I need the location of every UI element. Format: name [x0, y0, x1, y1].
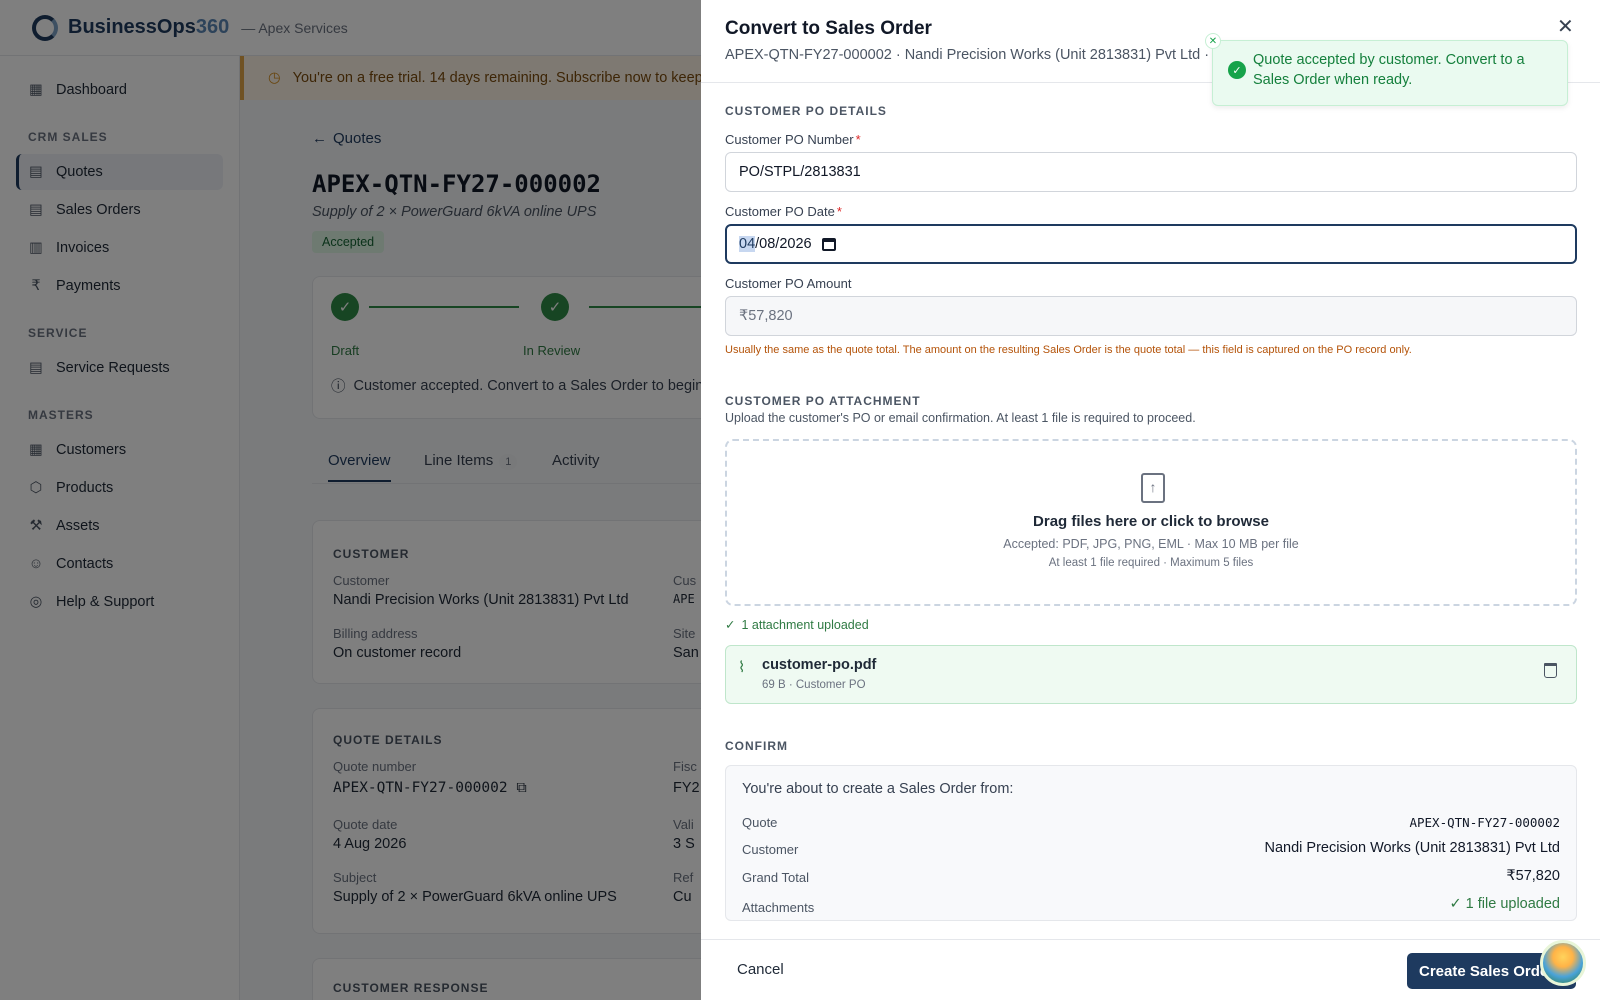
upload-status-text: 1 attachment uploaded	[741, 617, 869, 632]
date-rest: /08/2026	[755, 236, 812, 252]
drawer-subtitle: APEX-QTN-FY27-000002 · Nandi Precision W…	[725, 47, 1210, 63]
toast-close-icon[interactable]: ✕	[1205, 33, 1221, 49]
toast-message: Quote accepted by customer. Convert to a…	[1253, 52, 1525, 88]
required-marker: *	[836, 204, 842, 219]
check-circle-icon: ✓	[1228, 61, 1246, 79]
assistant-avatar[interactable]	[1540, 940, 1586, 986]
required-marker: *	[855, 132, 861, 147]
summary-key: Quote	[742, 815, 778, 830]
drawer-title: Convert to Sales Order	[725, 18, 932, 39]
summary-customer-value: Nandi Precision Works (Unit 2813831) Pvt…	[1264, 840, 1560, 856]
cancel-button[interactable]: Cancel	[737, 961, 784, 978]
confirm-intro: You're about to create a Sales Order fro…	[742, 781, 1014, 797]
section-title: CONFIRM	[725, 739, 788, 753]
convert-to-sales-order-drawer: Convert to Sales Order APEX-QTN-FY27-000…	[701, 0, 1600, 1000]
file-meta: 69 B · Customer PO	[762, 679, 866, 691]
summary-key: Customer	[742, 842, 799, 857]
trash-icon[interactable]	[1544, 663, 1557, 678]
date-month-segment[interactable]: 04	[739, 236, 756, 252]
po-date-label: Customer PO Date *	[725, 204, 842, 219]
summary-quote-value: APEX-QTN-FY27-000002	[1409, 815, 1560, 830]
summary-key: Attachments	[742, 900, 815, 915]
input-placeholder: ₹57,820	[739, 308, 793, 324]
po-amount-hint: Usually the same as the quote total. The…	[725, 344, 1412, 356]
dropzone-title: Drag files here or click to browse	[1033, 513, 1269, 530]
summary-attachments-value: ✓ 1 file uploaded	[1449, 896, 1560, 912]
po-amount-label: Customer PO Amount	[725, 276, 852, 291]
confirm-summary: You're about to create a Sales Order fro…	[725, 765, 1577, 921]
file-name[interactable]: customer-po.pdf	[762, 657, 876, 673]
attachments-text: 1 file uploaded	[1465, 896, 1560, 912]
po-date-input[interactable]: 04/08/2026	[725, 224, 1577, 264]
paperclip-icon: ⌇	[738, 659, 746, 676]
success-toast: ✕ ✓ Quote accepted by customer. Convert …	[1205, 33, 1568, 106]
dropzone-accepted: Accepted: PDF, JPG, PNG, EML · Max 10 MB…	[1003, 537, 1299, 551]
dropzone-limits: At least 1 file required · Maximum 5 fil…	[1048, 557, 1254, 569]
label-text: Customer PO Number	[725, 132, 854, 147]
label-text: Customer PO Date	[725, 204, 835, 219]
input-value: PO/STPL/2813831	[739, 164, 861, 180]
po-number-label: Customer PO Number *	[725, 132, 861, 147]
close-icon[interactable]: ✕	[1557, 14, 1574, 39]
summary-key: Grand Total	[742, 870, 809, 885]
attachment-description: Upload the customer's PO or email confir…	[725, 411, 1196, 425]
po-amount-input[interactable]: ₹57,820	[725, 296, 1577, 336]
section-title: CUSTOMER PO DETAILS	[725, 104, 887, 118]
po-number-input[interactable]: PO/STPL/2813831	[725, 152, 1577, 192]
drawer-footer: Cancel Create Sales Order	[701, 939, 1600, 1000]
summary-total-value: ₹57,820	[1506, 868, 1560, 884]
section-title: CUSTOMER PO ATTACHMENT	[725, 394, 921, 408]
calendar-icon[interactable]	[821, 237, 836, 251]
upload-status: ✓ 1 attachment uploaded	[725, 617, 869, 633]
file-upload-icon: ↑	[1141, 473, 1165, 503]
check-circle-icon: ✓	[1449, 896, 1466, 912]
uploaded-file-row: ⌇ customer-po.pdf 69 B · Customer PO	[725, 645, 1577, 704]
check-icon: ✓	[725, 618, 736, 632]
file-dropzone[interactable]: ↑ Drag files here or click to browse Acc…	[725, 439, 1577, 606]
